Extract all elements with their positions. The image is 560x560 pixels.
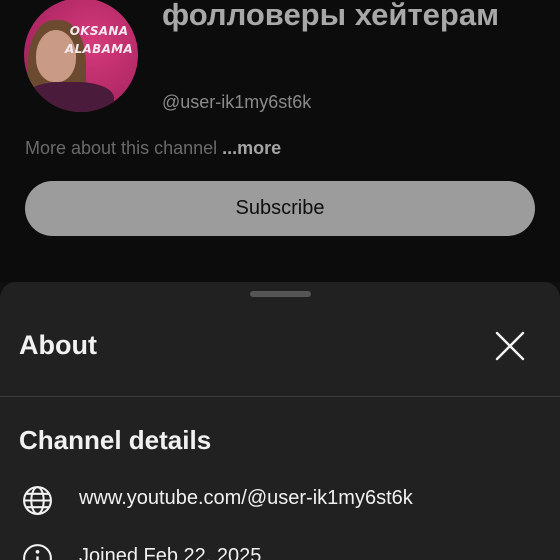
sheet-title: About xyxy=(19,330,97,360)
channel-title: фолловеры хейтерам xyxy=(162,0,500,32)
close-icon xyxy=(495,331,525,361)
sheet-drag-handle[interactable] xyxy=(250,291,311,297)
channel-header: OKSANA ALABAMA фолловеры хейтерам @user-… xyxy=(0,0,560,282)
channel-url-text[interactable]: www.youtube.com/@user-ik1my6st6k xyxy=(79,487,413,510)
channel-avatar[interactable]: OKSANA ALABAMA xyxy=(24,0,138,112)
about-sheet: About Channel details www.youtube.com/@u… xyxy=(0,282,560,560)
globe-icon xyxy=(23,486,52,515)
channel-handle: @user-ik1my6st6k xyxy=(162,92,312,112)
channel-url-row[interactable]: www.youtube.com/@user-ik1my6st6k xyxy=(0,477,560,525)
more-link[interactable]: ...more xyxy=(222,138,281,158)
avatar-shirt xyxy=(24,82,114,112)
more-about-channel[interactable]: More about this channel ...more xyxy=(25,138,281,159)
avatar-logo-text: OKSANA ALABAMA xyxy=(65,24,133,56)
info-icon xyxy=(23,544,52,560)
joined-date-text: Joined Feb 22, 2025 xyxy=(79,545,262,560)
joined-date-row: Joined Feb 22, 2025 xyxy=(0,535,560,560)
close-button[interactable] xyxy=(492,328,528,364)
channel-details-title: Channel details xyxy=(19,425,212,455)
more-about-text: More about this channel xyxy=(25,138,218,158)
sheet-divider xyxy=(0,396,560,397)
subscribe-button[interactable]: Subscribe xyxy=(25,181,535,236)
